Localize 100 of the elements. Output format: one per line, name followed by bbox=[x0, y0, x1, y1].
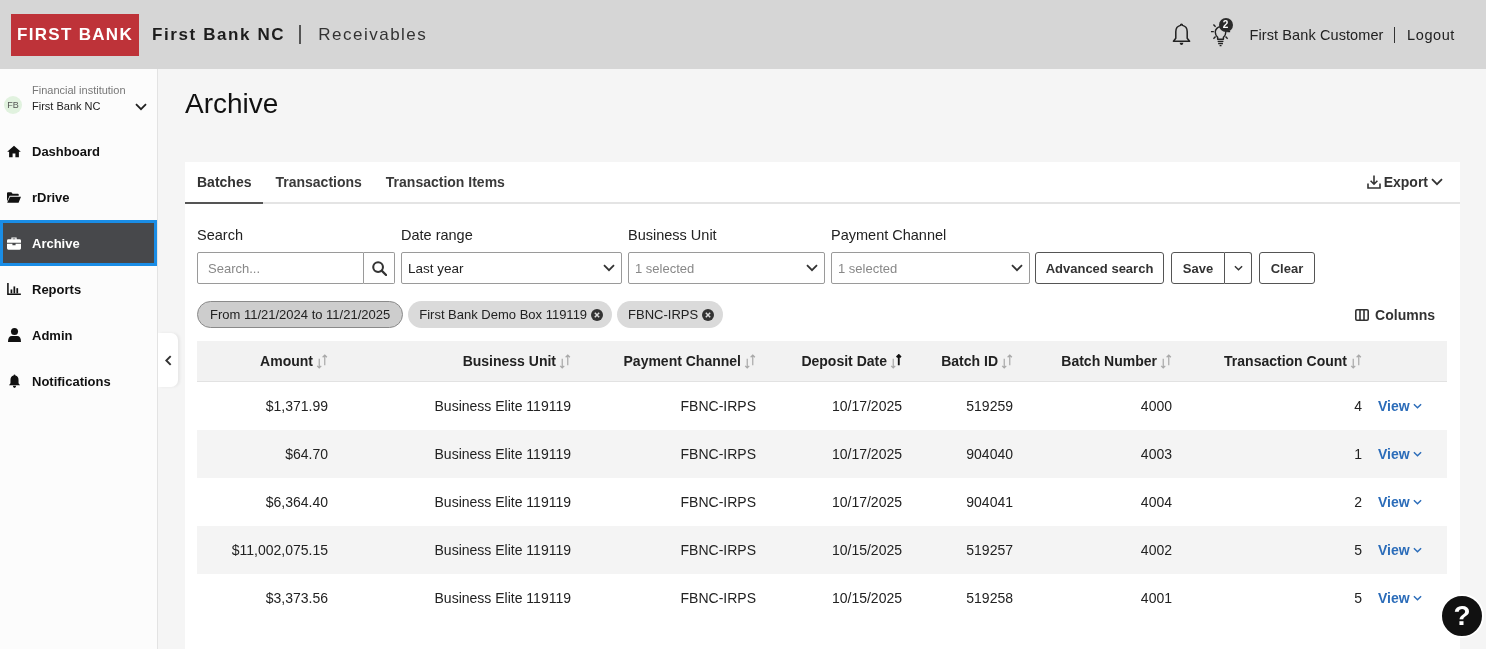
bank-logo: FIRST BANK bbox=[11, 13, 139, 56]
table-cell: 4 bbox=[1354, 398, 1362, 414]
chevron-down-icon bbox=[1412, 499, 1422, 505]
chevron-down-icon bbox=[1011, 264, 1023, 272]
select-field[interactable]: 1 selected bbox=[831, 252, 1030, 284]
table-cell: $6,364.40 bbox=[265, 494, 328, 510]
chevron-down-icon[interactable] bbox=[135, 103, 147, 111]
count-badge: 2 bbox=[1218, 18, 1233, 32]
institution-label: Financial institution bbox=[32, 83, 126, 98]
table-cell: $3,373.56 bbox=[265, 590, 328, 606]
search-field[interactable]: Search... bbox=[197, 252, 364, 284]
bell-icon bbox=[8, 374, 20, 388]
select-field[interactable]: Last year bbox=[401, 252, 622, 284]
column-header[interactable]: Batch ID bbox=[941, 353, 1013, 369]
table-cell: FBNC-IRPS bbox=[680, 542, 756, 558]
table-cell: 10/17/2025 bbox=[831, 494, 902, 510]
table-cell: $1,371.99 bbox=[265, 398, 328, 414]
view-link[interactable]: View bbox=[1378, 590, 1422, 606]
download-icon bbox=[1366, 175, 1381, 189]
filter-label: Payment Channel bbox=[831, 226, 948, 244]
table-cell: 2 bbox=[1354, 494, 1362, 510]
advanced-search-button[interactable]: Advanced search bbox=[1035, 252, 1164, 284]
column-header[interactable]: Batch Number bbox=[1061, 353, 1172, 369]
column-header[interactable]: Payment Channel bbox=[623, 353, 756, 369]
table-cell: $64.70 bbox=[285, 446, 328, 462]
collapse-sidebar-button[interactable] bbox=[158, 333, 178, 387]
chevron-down-icon bbox=[1431, 178, 1443, 186]
institution-name: First Bank NC bbox=[32, 99, 102, 114]
table-cell: Business Elite 119119 bbox=[434, 542, 571, 558]
filter-label: Business Unit bbox=[628, 226, 718, 244]
table-cell: 4002 bbox=[1140, 542, 1172, 558]
export-button[interactable]: Export bbox=[1366, 162, 1443, 202]
save-button[interactable]: Save bbox=[1171, 252, 1225, 284]
filter-label: Search bbox=[197, 226, 244, 244]
table-cell: FBNC-IRPS bbox=[680, 494, 756, 510]
table-cell: 1 bbox=[1354, 446, 1362, 462]
tab[interactable]: Batches bbox=[185, 162, 264, 204]
table-cell: $11,002,075.15 bbox=[231, 542, 328, 558]
bar-chart-icon bbox=[7, 283, 21, 295]
table-cell: 10/15/2025 bbox=[831, 590, 902, 606]
chip-label: FBNC-IRPS bbox=[628, 307, 699, 322]
page-title: Archive bbox=[185, 87, 280, 121]
chevron-down-icon bbox=[1412, 595, 1422, 601]
view-link[interactable]: View bbox=[1378, 494, 1422, 510]
column-header[interactable]: Amount bbox=[260, 353, 328, 369]
column-header[interactable]: Deposit Date bbox=[801, 353, 902, 369]
column-header[interactable]: Business Unit bbox=[462, 353, 571, 369]
toolbox-icon bbox=[7, 236, 21, 250]
view-link[interactable]: View bbox=[1378, 542, 1422, 558]
user-name: First Bank Customer bbox=[1249, 26, 1384, 43]
sidebar-item[interactable]: Admin bbox=[0, 312, 157, 358]
view-link[interactable]: View bbox=[1378, 398, 1422, 414]
columns-button[interactable]: Columns bbox=[1355, 306, 1435, 323]
chip-label: First Bank Demo Box 119119 bbox=[419, 307, 588, 322]
select-field[interactable]: 1 selected bbox=[628, 252, 825, 284]
chevron-down-icon bbox=[806, 264, 818, 272]
logout-link[interactable]: Logout bbox=[1407, 26, 1455, 43]
sidebar-item[interactable]: rDrive bbox=[0, 174, 157, 220]
sidebar-item[interactable]: Dashboard bbox=[0, 128, 157, 174]
sidebar-item[interactable]: Archive bbox=[0, 220, 157, 266]
table-cell: 4000 bbox=[1140, 398, 1172, 414]
home-icon bbox=[7, 144, 21, 158]
chevron-left-icon bbox=[164, 354, 172, 366]
table-cell: FBNC-IRPS bbox=[680, 446, 756, 462]
table-cell: Business Elite 119119 bbox=[434, 590, 571, 606]
table-cell: 4004 bbox=[1140, 494, 1172, 510]
tab[interactable]: Transaction Items bbox=[373, 162, 517, 204]
table-cell: 519258 bbox=[966, 590, 1013, 606]
close-icon[interactable] bbox=[591, 308, 604, 321]
tab[interactable]: Transactions bbox=[263, 162, 374, 204]
folder-icon bbox=[7, 191, 21, 203]
search-icon bbox=[371, 260, 387, 276]
table-cell: Business Elite 119119 bbox=[434, 494, 571, 510]
table-cell: 904041 bbox=[966, 494, 1013, 510]
table-cell: 4001 bbox=[1140, 590, 1172, 606]
bell-icon[interactable] bbox=[1171, 23, 1191, 46]
save-options-button[interactable] bbox=[1225, 252, 1252, 284]
help-button[interactable]: ? bbox=[1440, 594, 1484, 638]
table-cell: Business Elite 119119 bbox=[434, 398, 571, 414]
table-cell: 519257 bbox=[966, 542, 1013, 558]
column-header[interactable]: Transaction Count bbox=[1224, 353, 1362, 369]
search-button[interactable] bbox=[364, 252, 395, 284]
clear-button[interactable]: Clear bbox=[1259, 252, 1315, 284]
filter-label: Date range bbox=[401, 226, 474, 244]
table-cell: 904040 bbox=[966, 446, 1013, 462]
table-cell: 10/17/2025 bbox=[831, 398, 902, 414]
chevron-down-icon bbox=[603, 264, 615, 272]
table-cell: FBNC-IRPS bbox=[680, 590, 756, 606]
person-icon bbox=[7, 328, 21, 342]
table-cell: Business Elite 119119 bbox=[434, 446, 571, 462]
sidebar-item[interactable]: Reports bbox=[0, 266, 157, 312]
close-icon[interactable] bbox=[702, 308, 715, 321]
table-cell: 10/17/2025 bbox=[831, 446, 902, 462]
view-link[interactable]: View bbox=[1378, 446, 1422, 462]
table-cell: 4003 bbox=[1140, 446, 1172, 462]
columns-icon bbox=[1355, 308, 1370, 321]
table-cell: 5 bbox=[1354, 542, 1362, 558]
sidebar-item[interactable]: Notifications bbox=[0, 358, 157, 404]
table-cell: 10/15/2025 bbox=[831, 542, 902, 558]
table-cell: 519259 bbox=[966, 398, 1013, 414]
